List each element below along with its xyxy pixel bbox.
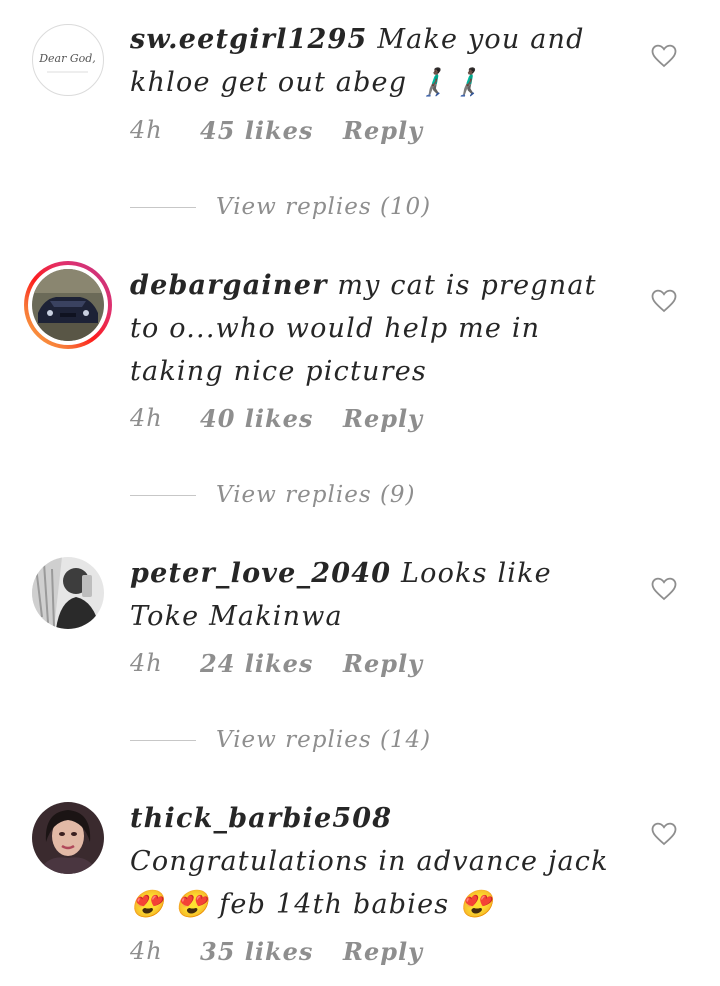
comment-time: 4h xyxy=(130,404,163,432)
comment-username[interactable]: peter_love_2040 xyxy=(130,558,391,589)
view-replies-button[interactable]: View replies (14) xyxy=(130,725,431,755)
comment-username[interactable]: thick_barbie508 xyxy=(130,803,392,834)
heart-outline-icon[interactable] xyxy=(651,577,677,601)
avatar[interactable]: Dear God, xyxy=(32,24,104,96)
divider-line xyxy=(130,206,196,208)
comment-meta: 4h 35 likes Reply xyxy=(130,937,423,966)
heart-outline-icon[interactable] xyxy=(651,289,677,313)
divider-line xyxy=(130,494,196,496)
comment-likes[interactable]: 24 likes xyxy=(200,649,343,678)
reply-button[interactable]: Reply xyxy=(343,116,423,145)
comment-text: sw.eetgirl1295 Make you and khloe get ou… xyxy=(130,18,620,104)
comment-username[interactable]: sw.eetgirl1295 xyxy=(130,24,368,55)
comment-meta: 4h 24 likes Reply xyxy=(130,649,423,678)
comment-likes[interactable]: 40 likes xyxy=(200,404,343,433)
story-ring[interactable] xyxy=(24,261,112,349)
view-replies-button[interactable]: View replies (9) xyxy=(130,480,416,510)
view-replies-label: View replies (9) xyxy=(216,482,416,508)
comment-meta: 4h 45 likes Reply xyxy=(130,116,423,145)
comment-meta: 4h 40 likes Reply xyxy=(130,404,423,433)
heart-outline-icon[interactable] xyxy=(651,44,677,68)
comment-text: thick_barbie508 Congratulations in advan… xyxy=(130,797,620,926)
avatar-border xyxy=(28,265,108,345)
avatar[interactable] xyxy=(32,802,104,874)
comment-time: 4h xyxy=(130,937,163,965)
view-replies-button[interactable]: View replies (10) xyxy=(130,192,431,222)
reply-button[interactable]: Reply xyxy=(343,404,423,433)
reply-button[interactable]: Reply xyxy=(343,649,423,678)
reply-button[interactable]: Reply xyxy=(343,937,423,966)
heart-outline-icon[interactable] xyxy=(651,822,677,846)
avatar xyxy=(32,269,104,341)
avatar[interactable] xyxy=(32,557,104,629)
comment-time: 4h xyxy=(130,649,163,677)
comment-likes[interactable]: 35 likes xyxy=(200,937,343,966)
comment-text: debargainer my cat is pregnat to o...who… xyxy=(130,264,620,393)
comment-time: 4h xyxy=(130,116,163,144)
view-replies-label: View replies (10) xyxy=(216,194,432,220)
divider-line xyxy=(130,739,196,741)
comment-username[interactable]: debargainer xyxy=(130,270,328,301)
comment-text: peter_love_2040 Looks like Toke Makinwa xyxy=(130,552,620,638)
view-replies-label: View replies (14) xyxy=(216,727,432,753)
comment-likes[interactable]: 45 likes xyxy=(200,116,343,145)
comment-body: Congratulations in advance jack 😍 😍 feb … xyxy=(130,846,609,920)
svg-text:Dear God,: Dear God, xyxy=(38,52,96,65)
